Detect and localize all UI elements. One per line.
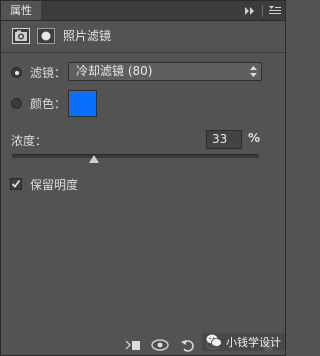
collapse-icon[interactable]: [245, 6, 256, 15]
chevron-updown-icon: [250, 66, 257, 80]
divider: [262, 4, 263, 17]
density-label: 浓度：: [11, 134, 48, 148]
preserve-luminosity-checkbox[interactable]: [10, 178, 22, 190]
preserve-luminosity-label: 保留明度: [30, 178, 79, 192]
layer-mask-icon[interactable]: [37, 28, 55, 44]
filter-select-value: 冷却滤镜 (80): [76, 64, 153, 78]
watermark: 小钱学设计: [202, 333, 285, 351]
wechat-icon: [206, 334, 222, 350]
density-slider-track[interactable]: [12, 154, 259, 158]
density-value: 33: [212, 132, 228, 146]
photo-filter-adjustment-icon[interactable]: [12, 28, 30, 44]
filter-label: 滤镜：: [30, 66, 67, 80]
panel-menu-icon[interactable]: [269, 6, 281, 15]
filter-select[interactable]: 冷却滤镜 (80): [68, 62, 262, 81]
clip-to-layer-icon[interactable]: [125, 339, 141, 354]
color-radio[interactable]: [11, 98, 22, 109]
watermark-text: 小钱学设计: [226, 336, 281, 349]
color-swatch[interactable]: [68, 90, 97, 117]
adjustment-title: 照片滤镜: [63, 29, 112, 43]
tab-properties[interactable]: 属性: [1, 1, 41, 20]
reset-icon[interactable]: [181, 339, 195, 355]
adjustment-header: 照片滤镜: [1, 21, 285, 53]
density-slider-thumb[interactable]: [88, 155, 99, 163]
panel-tab-bar: 属性: [1, 1, 285, 21]
density-unit: %: [248, 131, 261, 145]
checkmark-icon: [11, 180, 21, 188]
filter-radio[interactable]: [11, 67, 22, 78]
color-label: 颜色：: [30, 97, 67, 111]
properties-panel: 属性 照片滤镜 滤镜： 冷却滤镜 (80) 颜色： 浓度： 33 % 保留明度 …: [0, 0, 286, 356]
view-previous-state-icon[interactable]: [151, 339, 169, 354]
density-input[interactable]: 33: [206, 130, 242, 149]
